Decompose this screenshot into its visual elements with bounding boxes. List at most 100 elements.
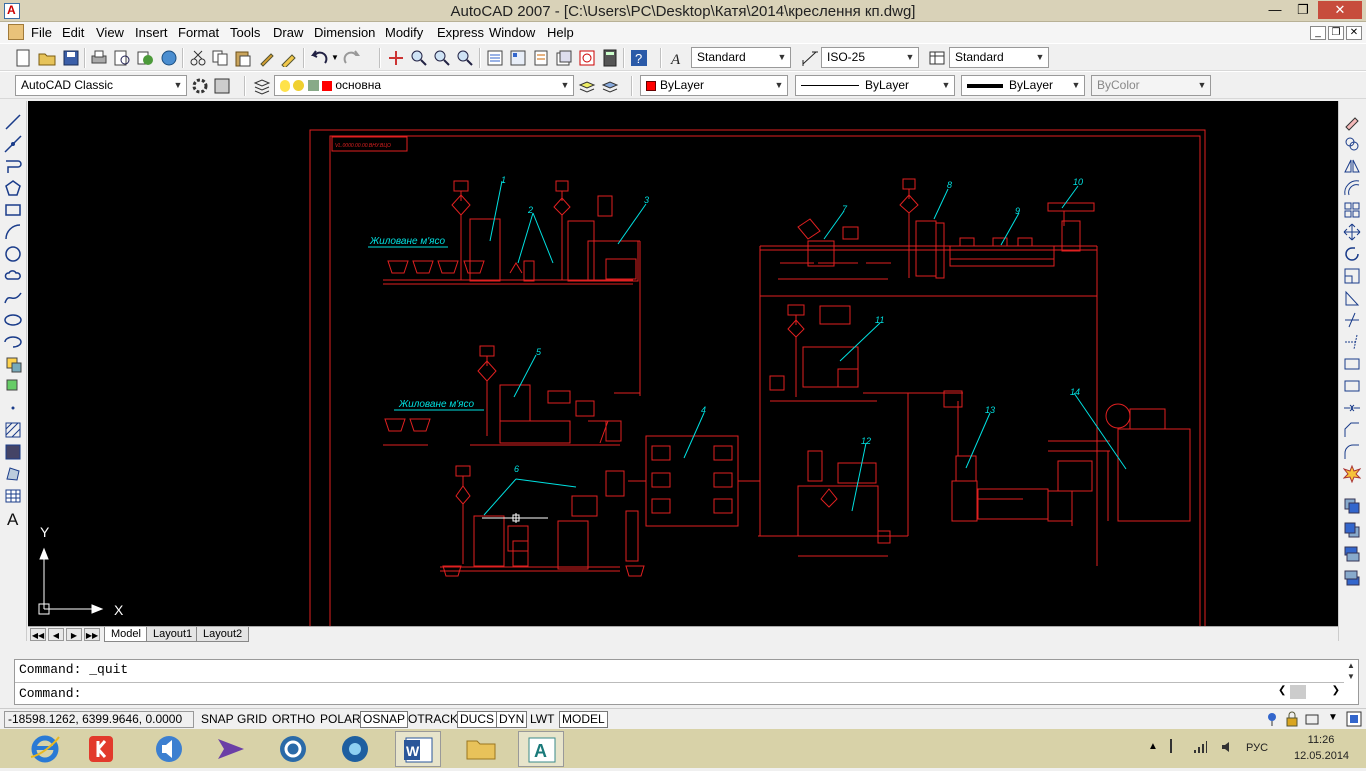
plot-preview-icon[interactable] [113, 49, 131, 67]
menu-window[interactable]: Window [489, 25, 535, 40]
zoom-previous-icon[interactable] [456, 49, 474, 67]
flag-icon[interactable] [1170, 739, 1182, 753]
menu-insert[interactable]: Insert [135, 25, 168, 40]
design-center-icon[interactable] [509, 49, 527, 67]
line-icon[interactable] [4, 113, 22, 131]
otrack-toggle[interactable]: OTRACK [405, 711, 461, 728]
layer-properties-icon[interactable] [253, 77, 271, 95]
language-indicator[interactable]: РУС [1246, 742, 1268, 754]
app-taskbar-icon[interactable] [270, 731, 316, 767]
doc-close-button[interactable]: ✕ [1346, 26, 1362, 40]
ducs-toggle[interactable]: DUCS [457, 711, 498, 728]
clean-screen-icon[interactable] [1346, 711, 1362, 727]
command-hscroll[interactable]: ❮ ❯ [1278, 685, 1340, 701]
break-at-point-icon[interactable] [1343, 355, 1361, 373]
copy-object-icon[interactable] [1343, 135, 1361, 153]
layer-previous-icon[interactable] [601, 77, 619, 95]
menu-tools[interactable]: Tools [230, 25, 260, 40]
color-select[interactable]: ByLayer ▼ [640, 75, 788, 96]
model-toggle[interactable]: MODEL [559, 711, 608, 728]
zoom-window-icon[interactable] [433, 49, 451, 67]
array-icon[interactable] [1343, 201, 1361, 219]
revision-cloud-icon[interactable] [4, 267, 22, 285]
menu-format[interactable]: Format [178, 25, 219, 40]
autocad-taskbar-icon[interactable]: A [518, 731, 564, 767]
move-icon[interactable] [1343, 223, 1361, 241]
statusbar-menu-icon[interactable]: ▼ [1328, 712, 1338, 723]
properties-icon[interactable] [486, 49, 504, 67]
restore-button[interactable]: ❐ [1290, 1, 1316, 19]
toolbar-lock-icon[interactable] [1284, 711, 1300, 727]
command-prompt[interactable]: Command: [19, 686, 81, 701]
gradient-icon[interactable] [4, 443, 22, 461]
linetype-select[interactable]: ByLayer ▼ [795, 75, 955, 96]
join-icon[interactable] [1343, 399, 1361, 417]
markup-icon[interactable] [578, 49, 596, 67]
menu-view[interactable]: View [96, 25, 124, 40]
polar-toggle[interactable]: POLAR [317, 711, 364, 728]
media-taskbar-icon[interactable] [332, 731, 378, 767]
plot-icon[interactable] [90, 49, 108, 67]
make-layer-current-icon[interactable] [578, 77, 596, 95]
prev-tab-button[interactable]: ◀ [48, 628, 64, 641]
doc-restore-button[interactable]: ❐ [1328, 26, 1344, 40]
zoom-realtime-icon[interactable] [410, 49, 428, 67]
first-tab-button[interactable]: ◀◀ [30, 628, 46, 641]
draworder-above-icon[interactable] [1343, 545, 1361, 563]
make-block-icon[interactable] [4, 377, 22, 395]
point-icon[interactable] [4, 399, 22, 417]
table-style-icon[interactable] [928, 49, 946, 67]
menu-file[interactable]: File [31, 25, 52, 40]
tab-model[interactable]: Model [104, 627, 148, 642]
spline-icon[interactable] [4, 289, 22, 307]
menu-modify[interactable]: Modify [385, 25, 423, 40]
undo-icon[interactable] [310, 49, 328, 67]
table-style-select[interactable]: Standard ▼ [949, 47, 1049, 68]
save-icon[interactable] [62, 49, 80, 67]
lwt-toggle[interactable]: LWT [527, 711, 557, 728]
network-icon[interactable] [1192, 739, 1208, 755]
doc-minimize-button[interactable]: _ [1310, 26, 1326, 40]
last-tab-button[interactable]: ▶▶ [84, 628, 100, 641]
text-style-select[interactable]: Standard ▼ [691, 47, 791, 68]
dim-style-icon[interactable] [801, 49, 819, 67]
ellipse-icon[interactable] [4, 311, 22, 329]
show-hidden-icons[interactable]: ▲ [1148, 741, 1158, 752]
lineweight-select[interactable]: ByLayer ▼ [961, 75, 1085, 96]
draworder-front-icon[interactable] [1343, 497, 1361, 515]
stretch-icon[interactable] [1343, 289, 1361, 307]
tab-layout1[interactable]: Layout1 [146, 627, 200, 642]
dyn-toggle[interactable]: DYN [496, 711, 528, 728]
workspace-save-icon[interactable] [213, 77, 231, 95]
menu-dimension[interactable]: Dimension [314, 25, 375, 40]
command-window[interactable]: Command: _quit Command: ▲ ▼ ❮ ❯ [14, 659, 1359, 705]
osnap-toggle[interactable]: OSNAP [360, 711, 409, 728]
sound-taskbar-icon[interactable] [146, 731, 192, 767]
menu-help[interactable]: Help [547, 25, 574, 40]
3d-dwf-icon[interactable] [160, 49, 178, 67]
polygon-icon[interactable] [4, 179, 22, 197]
rectangle-icon[interactable] [4, 201, 22, 219]
break-icon[interactable] [1343, 377, 1361, 395]
multiline-text-icon[interactable]: A [4, 509, 22, 527]
explode-icon[interactable] [1343, 465, 1361, 483]
menu-express[interactable]: Express [437, 25, 484, 40]
workspace-settings-icon[interactable] [191, 77, 209, 95]
clock-date[interactable]: 12.05.2014 [1294, 750, 1349, 762]
insert-block-icon[interactable] [4, 355, 22, 373]
help-icon[interactable]: ? [630, 49, 648, 67]
open-icon[interactable] [38, 49, 56, 67]
fillet-icon[interactable] [1343, 443, 1361, 461]
region-icon[interactable] [4, 465, 22, 483]
cut-icon[interactable] [189, 49, 207, 67]
next-tab-button[interactable]: ▶ [66, 628, 82, 641]
drawing-canvas[interactable]: 1 2 3 4 5 6 7 8 9 10 11 12 13 14 Жилован… [28, 101, 1338, 626]
ortho-toggle[interactable]: ORTHO [269, 711, 318, 728]
comm-center-icon[interactable] [1264, 711, 1280, 727]
sheet-set-icon[interactable] [555, 49, 573, 67]
layer-select[interactable]: основна ▼ [274, 75, 574, 96]
pan-icon[interactable] [387, 49, 405, 67]
rotate-icon[interactable] [1343, 245, 1361, 263]
text-style-icon[interactable]: A [669, 49, 687, 67]
word-taskbar-icon[interactable]: W [395, 731, 441, 767]
